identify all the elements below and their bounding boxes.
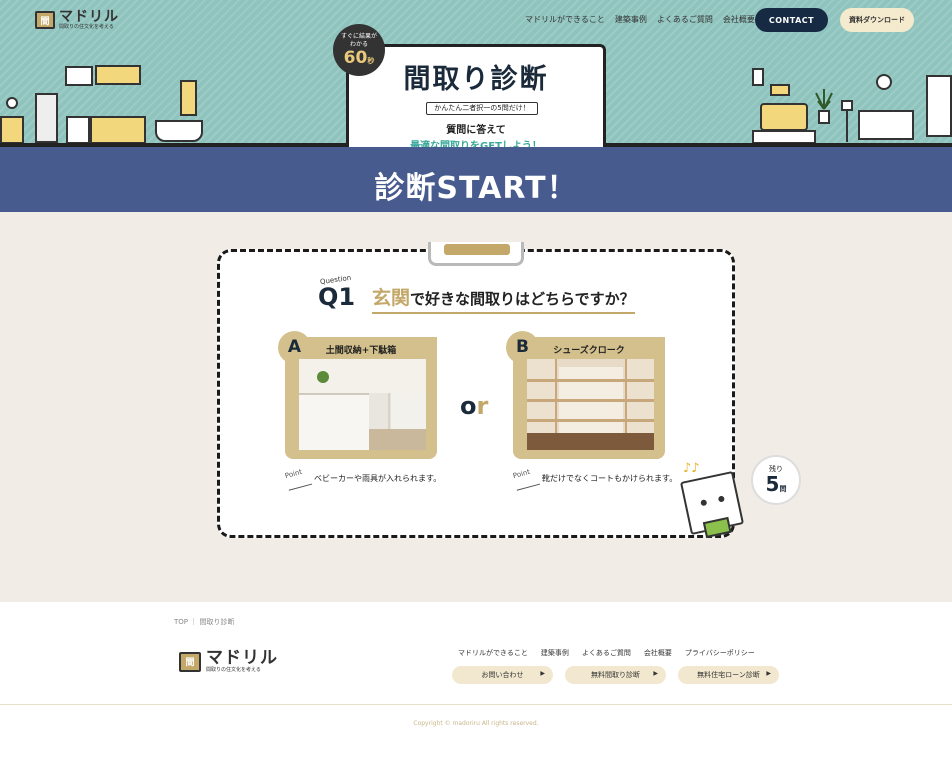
footer-nav-about[interactable]: マドリルができること — [458, 648, 528, 658]
rug-illustration — [752, 130, 816, 144]
or-label: or — [460, 392, 488, 420]
mirror-illustration — [180, 80, 197, 116]
option-b-title: シューズクローク — [553, 346, 625, 356]
nav-item-faq[interactable]: よくあるご質問 — [657, 14, 713, 25]
start-title: 診断START！ — [374, 171, 578, 206]
nav-item-about[interactable]: マドリルができること — [525, 14, 605, 25]
clock-illustration — [876, 74, 892, 90]
footer-nav-cases[interactable]: 建築事例 — [541, 648, 569, 658]
option-a-photo — [299, 359, 426, 450]
time-badge: すぐに結果が わかる 60秒 — [333, 24, 385, 76]
pointing-hand-icon: Point — [283, 465, 313, 491]
arrow-right-icon: ▶ — [540, 670, 545, 677]
shelf-illustration — [0, 116, 24, 144]
footer-logo[interactable]: 間 マドリル 間取りの住文化を考える — [179, 650, 278, 673]
frame-illustration — [770, 84, 790, 96]
copyright: Copyright © madoriru All rights reserved… — [413, 720, 539, 727]
breadcrumb[interactable]: TOP ｜ 間取り診断 — [174, 617, 234, 627]
page: 間 マドリル 間取りの住文化を考える マドリルができること 建築事例 よくあるご… — [0, 0, 952, 762]
option-a-point-text: ベビーカーや雨具が入れられます。 — [314, 473, 442, 483]
contact-button[interactable]: CONTACT — [755, 8, 828, 32]
option-b-point-text: 靴だけでなくコートもかけられます。 — [542, 473, 678, 483]
or-o: o — [460, 392, 477, 420]
free-diagnosis-button[interactable]: 無料間取り診断 ▶ — [565, 666, 666, 684]
nav-item-cases[interactable]: 建築事例 — [615, 14, 647, 25]
fridge-illustration — [35, 93, 58, 143]
sofa-illustration — [760, 103, 808, 131]
logo-name: マドリル — [59, 9, 119, 25]
kitchen-cabinet-illustration — [95, 65, 141, 85]
free-diagnosis-button-label: 無料間取り診断 — [591, 671, 640, 679]
footer-divider — [0, 704, 952, 705]
inquiry-button-label: お問い合わせ — [481, 671, 524, 679]
loan-diagnosis-button[interactable]: 無料住宅ローン診断 ▶ — [678, 666, 779, 684]
window-illustration — [752, 68, 764, 86]
question-keyword: 玄関 — [372, 287, 411, 309]
footer-nav: マドリルができること 建築事例 よくあるご質問 会社概要 プライバシーポリシー — [458, 648, 755, 658]
header-logo[interactable]: 間 マドリル 間取りの住文化を考える — [35, 10, 119, 30]
inquiry-button[interactable]: お問い合わせ ▶ — [452, 666, 553, 684]
hero-line-1: 質問に答えて — [446, 125, 506, 136]
hero-tag: かんたん二者択一の5問だけ！ — [426, 102, 538, 115]
option-a[interactable]: A 土間収納+下駄箱 — [278, 331, 437, 459]
arrow-right-icon: ▶ — [766, 670, 771, 677]
nav-item-company[interactable]: 会社概要 — [723, 14, 755, 25]
question-body: で好きな間取りはどちらですか？ — [410, 290, 635, 308]
option-a-title: 土間収納+下駄箱 — [325, 346, 397, 356]
question-number: Q1 — [318, 283, 356, 311]
footer-logo-mark: 間 — [179, 651, 201, 672]
footer-buttons: お問い合わせ ▶ 無料間取り診断 ▶ 無料住宅ローン診断 ▶ — [452, 666, 779, 684]
wardrobe-illustration — [926, 75, 952, 137]
lamp-illustration — [6, 97, 18, 109]
plant-illustration — [815, 89, 833, 124]
badge-line-1: すぐに結果が — [340, 33, 377, 40]
oven-illustration — [66, 116, 90, 144]
page-title: 間取り診断 — [403, 64, 549, 95]
footer-logo-name: マドリル — [206, 648, 278, 668]
badge-unit: 秒 — [367, 57, 375, 65]
footer-nav-privacy[interactable]: プライバシーポリシー — [685, 648, 755, 658]
header-nav: マドリルができること 建築事例 よくあるご質問 会社概要 — [525, 14, 755, 25]
floor-lamp-illustration — [841, 100, 853, 142]
bed-illustration — [858, 110, 914, 140]
logo-mark: 間 — [35, 11, 55, 29]
pointing-hand-icon: Point — [511, 465, 541, 491]
kitchen-counter-illustration — [90, 116, 146, 144]
loan-diagnosis-button-label: 無料住宅ローン診断 — [697, 671, 760, 679]
clipboard-clip-bar — [444, 244, 510, 255]
hero-board: 間取り診断 かんたん二者択一の5問だけ！ 質問に答えて 最適な間取りをGETしよ… — [346, 44, 606, 162]
download-button[interactable]: 資料ダウンロード — [840, 8, 914, 32]
remaining-unit: 問 — [779, 485, 787, 493]
footer-nav-company[interactable]: 会社概要 — [644, 648, 672, 658]
music-note-icon: ♪♪ — [683, 461, 700, 476]
remaining-number: 5 — [765, 472, 780, 496]
footer-nav-faq[interactable]: よくあるご質問 — [582, 648, 631, 658]
footer-logo-tagline: 間取りの住文化を考える — [206, 667, 261, 673]
option-b-photo — [527, 359, 654, 450]
badge-number: 60 — [343, 48, 368, 68]
option-b[interactable]: B シューズクローク — [506, 331, 665, 459]
option-b-point: Point 靴だけでなくコートもかけられます。 — [511, 465, 678, 491]
question-text: 玄関で好きな間取りはどちらですか？ — [372, 283, 635, 314]
microwave-illustration — [65, 66, 93, 86]
arrow-right-icon: ▶ — [653, 670, 658, 677]
option-a-point: Point ベビーカーや雨具が入れられます。 — [283, 465, 442, 491]
bathtub-illustration — [155, 120, 203, 142]
logo-tagline: 間取りの住文化を考える — [59, 24, 114, 30]
mascot-illustration — [679, 470, 745, 538]
remaining-badge: 残り 5問 — [751, 455, 801, 505]
or-r: r — [476, 392, 489, 420]
